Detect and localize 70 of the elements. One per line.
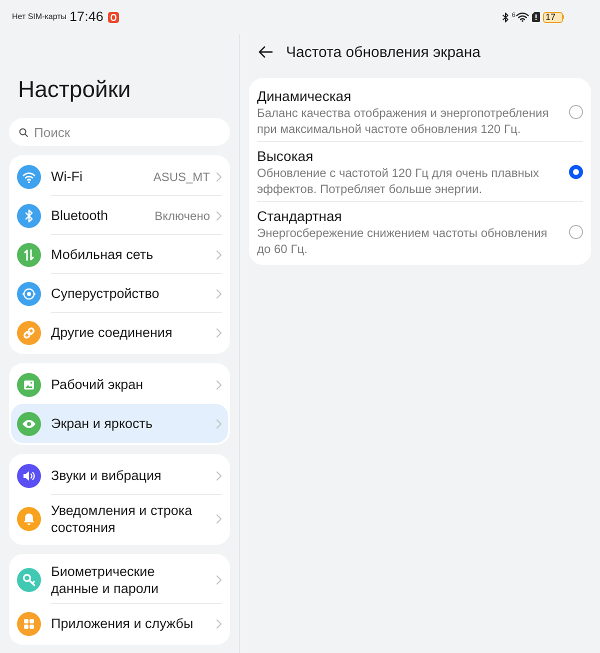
settings-title: Настройки (18, 76, 132, 102)
grid-icon (17, 612, 41, 636)
refresh-rate-option[interactable]: Динамическая Баланс качества отображения и энергопотребления при максимальной частоте обновления 120 Гц. (257, 81, 583, 142)
item-value: ASUS_MT (153, 170, 210, 184)
item-label: Wi-Fi (51, 168, 82, 185)
bell-icon (17, 507, 41, 531)
item-label: Звуки и вибрация (51, 467, 162, 484)
chevron-icon (216, 380, 222, 390)
settings-item[interactable]: Биометрические данные и пароли (11, 556, 228, 604)
item-label: Экран и яркость (51, 415, 152, 432)
chevron-icon (216, 172, 222, 182)
option-description: Баланс качества отображения и энергопотребления при максимальной частоте обновления 120 Гц. (257, 105, 550, 137)
item-label: Рабочий экран (51, 376, 144, 393)
refresh-rate-option[interactable]: Стандартная Энергосбережение снижением частоты обновления до 60 Гц. (257, 201, 583, 262)
settings-item[interactable]: Звуки и вибрация (11, 456, 228, 495)
refresh-rate-option[interactable]: Высокая Обновление с частотой 120 Гц для очень плавных эффектов. Потребляет больше энергии. (257, 141, 583, 202)
chevron-icon (216, 418, 222, 428)
settings-item[interactable]: Суперустройство (11, 274, 228, 313)
link-icon (17, 320, 41, 344)
option-title: Стандартная (257, 207, 343, 225)
bluetooth-icon (502, 12, 509, 22)
image-icon (17, 372, 41, 396)
item-value: Включено (154, 208, 210, 222)
chevron-icon (216, 210, 222, 220)
arrows-icon (17, 242, 41, 266)
item-label: Bluetooth (51, 207, 108, 224)
item-label: Мобильная сеть (51, 246, 154, 263)
item-label: Приложения и службы (51, 615, 194, 632)
battery-indicator: 17 (542, 12, 564, 22)
option-title: Динамическая (257, 87, 352, 105)
option-title: Высокая (257, 147, 314, 165)
chevron-icon (216, 288, 222, 298)
app-notification-icon (108, 12, 120, 22)
speaker-icon (17, 464, 41, 488)
search-icon (19, 128, 28, 136)
settings-item[interactable]: Приложения и службы (11, 604, 228, 643)
wifi-icon (17, 164, 41, 188)
search-field[interactable]: Поиск (9, 118, 230, 146)
settings-item[interactable]: Другие соединения (11, 313, 228, 352)
chevron-icon (216, 514, 222, 524)
key-icon (17, 568, 41, 592)
bluetooth-icon (17, 204, 41, 228)
carrier-text: Нет SIM-карты (12, 11, 67, 23)
item-label: Биометрические данные и пароли (51, 563, 160, 597)
settings-item[interactable]: Мобильная сеть (11, 235, 228, 274)
option-description: Обновление с частотой 120 Гц для очень плавных эффектов. Потребляет больше энергии. (257, 165, 540, 197)
sim-card-icon (532, 12, 540, 22)
settings-item[interactable]: Экран и яркость (11, 404, 228, 443)
wifi-icon (516, 12, 528, 22)
item-label: Суперустройство (51, 285, 160, 302)
option-description: Энергосбережение снижением частоты обновления до 60 Гц. (257, 225, 548, 257)
chevron-icon (216, 618, 222, 628)
chevron-icon (216, 470, 222, 480)
settings-item[interactable]: Рабочий экран (11, 365, 228, 404)
chevron-icon (216, 575, 222, 585)
radio-button[interactable] (569, 225, 583, 239)
radio-button[interactable] (569, 165, 583, 179)
chevron-icon (216, 328, 222, 338)
chevron-icon (216, 250, 222, 260)
clock-time: 17:46 (70, 9, 104, 25)
item-label: Другие соединения (51, 324, 172, 341)
item-label: Уведомления и строка состояния (51, 502, 194, 536)
settings-item[interactable]: Wi-Fi ASUS_MT (11, 157, 228, 196)
ring-dot-icon (17, 282, 41, 306)
settings-item[interactable]: Уведомления и строка состояния (11, 495, 228, 543)
radio-button[interactable] (569, 105, 583, 119)
eye-icon (17, 412, 41, 436)
page-title: Частота обновления экрана (286, 44, 481, 60)
back-arrow-icon[interactable] (258, 46, 273, 58)
settings-item[interactable]: Bluetooth Включено (11, 196, 228, 235)
